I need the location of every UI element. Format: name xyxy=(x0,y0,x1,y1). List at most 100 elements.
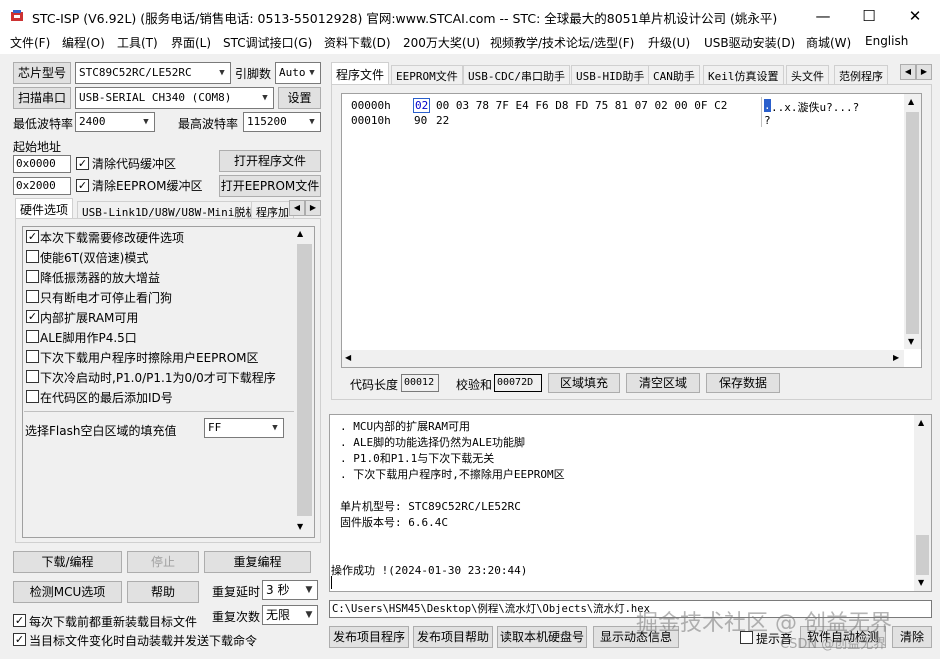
scroll-up-icon[interactable]: ▲ xyxy=(908,97,914,106)
menu-upgrade[interactable]: 升级(U) xyxy=(648,34,690,51)
menu-downloads[interactable]: 资料下载(D) xyxy=(324,34,391,51)
tab-hardware-options[interactable]: 硬件选项 xyxy=(15,198,74,218)
option-checkbox-5[interactable] xyxy=(26,330,39,343)
options-scroll-thumb[interactable] xyxy=(297,244,312,516)
tab-usb-hid[interactable]: USB-HID助手 xyxy=(571,65,650,84)
menu-shop[interactable]: 商城(W) xyxy=(806,34,851,51)
scroll-left-icon[interactable]: ◀ xyxy=(345,353,351,362)
scroll-down-icon[interactable]: ▼ xyxy=(297,522,303,531)
repeat-count-value: 无限 xyxy=(266,608,291,622)
max-baud-select[interactable]: 115200 ▼ xyxy=(243,112,321,132)
tab-examples[interactable]: 范例程序 xyxy=(834,65,888,84)
option-checkbox-7[interactable] xyxy=(26,370,39,383)
scan-port-button[interactable]: 扫描串口 xyxy=(13,87,71,109)
tab-scroll-left-icon[interactable]: ◀ xyxy=(289,200,305,216)
pin-count-select[interactable]: Auto ▼ xyxy=(275,62,321,84)
option-checkbox-8[interactable] xyxy=(26,390,39,403)
tab-header-file[interactable]: 头文件 xyxy=(786,65,829,84)
menu-file[interactable]: 文件(F) xyxy=(10,34,50,51)
minimize-button[interactable]: — xyxy=(800,0,846,32)
option-label-1: 使能6T(双倍速)模式 xyxy=(40,251,149,265)
reload-before-download-checkbox[interactable]: ✓ xyxy=(13,614,26,627)
tab-eeprom-file[interactable]: EEPROM文件 xyxy=(391,65,463,84)
scroll-up-icon[interactable]: ▲ xyxy=(297,229,303,238)
option-checkbox-2[interactable] xyxy=(26,270,39,283)
settings-button[interactable]: 设置 xyxy=(278,87,321,109)
menu-english[interactable]: English xyxy=(865,34,908,48)
chevron-down-icon: ▼ xyxy=(143,117,149,127)
scroll-down-icon[interactable]: ▼ xyxy=(918,578,924,587)
option-checkbox-3[interactable] xyxy=(26,290,39,303)
clear-region-button[interactable]: 清空区域 xyxy=(626,373,700,393)
clear-eeprom-checkbox[interactable]: ✓ xyxy=(76,179,89,192)
log-line-0: . MCU内部的扩展RAM可用 xyxy=(340,420,470,433)
clear-log-button[interactable]: 清除 xyxy=(892,626,932,648)
fill-region-button[interactable]: 区域填充 xyxy=(548,373,620,393)
hex-cursor-byte[interactable]: 02 xyxy=(413,98,431,113)
hex-scroll-thumb[interactable] xyxy=(906,112,919,334)
serial-port-select[interactable]: USB-SERIAL CH340 (COM8) ▼ xyxy=(75,87,274,109)
repeat-program-button[interactable]: 重复编程 xyxy=(204,551,311,573)
detect-mcu-button[interactable]: 检测MCU选项 xyxy=(13,581,122,603)
clear-code-checkbox[interactable]: ✓ xyxy=(76,157,89,170)
menu-debug[interactable]: STC调试接口(G) xyxy=(223,34,312,51)
log-line-6: 固件版本号: 6.6.4C xyxy=(340,516,448,529)
download-program-button[interactable]: 下载/编程 xyxy=(13,551,122,573)
hex-editor[interactable] xyxy=(341,93,922,368)
chip-model-select[interactable]: STC89C52RC/LE52RC ▼ xyxy=(75,62,231,84)
option-checkbox-6[interactable] xyxy=(26,350,39,363)
ascii-text-1: ? xyxy=(764,114,771,127)
open-program-file-button[interactable]: 打开程序文件 xyxy=(219,150,321,172)
scroll-down-icon[interactable]: ▼ xyxy=(908,337,914,346)
tab-usb-cdc[interactable]: USB-CDC/串口助手 xyxy=(463,65,570,84)
auto-reload-checkbox[interactable]: ✓ xyxy=(13,633,26,646)
menu-interface[interactable]: 界面(L) xyxy=(171,34,211,51)
option-checkbox-4[interactable]: ✓ xyxy=(26,310,39,323)
chip-model-button[interactable]: 芯片型号 xyxy=(13,62,71,84)
option-label-3: 只有断电才可停止看门狗 xyxy=(40,291,173,305)
repeat-delay-label: 重复延时 xyxy=(212,585,261,599)
eeprom-start-address-input[interactable]: 0x2000 xyxy=(13,177,71,195)
min-baud-select[interactable]: 2400 ▼ xyxy=(75,112,155,132)
option-checkbox-1[interactable] xyxy=(26,250,39,263)
save-data-button[interactable]: 保存数据 xyxy=(706,373,780,393)
stop-button[interactable]: 停止 xyxy=(127,551,199,573)
right-tab-scroll-right-icon[interactable]: ▶ xyxy=(916,64,932,80)
log-scroll-thumb[interactable] xyxy=(916,535,929,575)
help-button[interactable]: 帮助 xyxy=(127,581,199,603)
repeat-delay-select[interactable]: 3 秒 ▼ xyxy=(262,580,318,600)
repeat-count-select[interactable]: 无限 ▼ xyxy=(262,605,318,625)
option-checkbox-0[interactable]: ✓ xyxy=(26,230,39,243)
publish-project-button[interactable]: 发布项目程序 xyxy=(329,626,409,648)
hex-address-0: 00000h xyxy=(351,99,391,112)
open-eeprom-file-button[interactable]: 打开EEPROM文件 xyxy=(219,175,321,197)
option-label-2: 降低振荡器的放大增益 xyxy=(40,271,161,285)
repeat-delay-value: 3 秒 xyxy=(266,583,290,597)
menu-usb-driver[interactable]: USB驱动安装(D) xyxy=(704,34,795,51)
auto-reload-label: 当目标文件变化时自动装载并发送下载命令 xyxy=(29,634,258,648)
close-button[interactable]: ✕ xyxy=(892,0,938,32)
menu-program[interactable]: 编程(O) xyxy=(62,34,105,51)
tab-can-helper[interactable]: CAN助手 xyxy=(648,65,700,84)
right-tab-scroll-left-icon[interactable]: ◀ xyxy=(900,64,916,80)
scroll-right-icon[interactable]: ▶ xyxy=(893,353,899,362)
read-disk-id-button[interactable]: 读取本机硬盘号 xyxy=(497,626,587,648)
chip-model-value: STC89C52RC/LE52RC xyxy=(79,66,192,79)
tab-program-encrypt[interactable]: 程序加 xyxy=(251,201,294,219)
fill-value-select[interactable]: FF ▼ xyxy=(204,418,284,438)
tab-program-file[interactable]: 程序文件 xyxy=(331,62,390,84)
menu-prize[interactable]: 200万大奖(U) xyxy=(403,34,480,51)
tab-usb-link[interactable]: USB-Link1D/U8W/U8W-Mini脱机 xyxy=(77,201,262,219)
tab-scroll-right-icon[interactable]: ▶ xyxy=(305,200,321,216)
hex-bytes-1: 22 xyxy=(436,114,450,127)
menu-tools[interactable]: 工具(T) xyxy=(117,34,158,51)
code-start-address-input[interactable]: 0x0000 xyxy=(13,155,71,173)
tab-keil-settings[interactable]: Keil仿真设置 xyxy=(703,65,784,84)
scroll-up-icon[interactable]: ▲ xyxy=(918,418,924,427)
hex-hscrollbar[interactable] xyxy=(342,350,904,367)
menu-video[interactable]: 视频教学/技术论坛/选型(F) xyxy=(490,34,634,51)
ascii-cursor-char: . xyxy=(764,99,771,112)
maximize-button[interactable]: ☐ xyxy=(846,0,892,32)
publish-help-button[interactable]: 发布项目帮助 xyxy=(413,626,493,648)
chevron-down-icon: ▼ xyxy=(305,610,313,620)
